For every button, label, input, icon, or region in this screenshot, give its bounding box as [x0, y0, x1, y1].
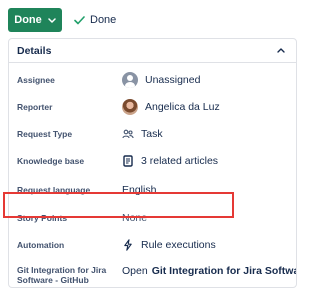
field-request-language: Request language English	[9, 182, 296, 198]
checkmark-icon	[74, 15, 85, 24]
field-story-points: Story Points None	[9, 210, 296, 226]
git-label-line1: Git Integration for Jira	[17, 265, 107, 275]
field-automation: Automation Rule executions	[9, 237, 296, 253]
request-type-value[interactable]: Task	[122, 128, 163, 140]
field-label-request-language: Request language	[17, 185, 91, 195]
automation-text: Rule executions	[141, 239, 216, 251]
field-reporter: Reporter Angelica da Luz	[9, 99, 296, 115]
field-git-integration: Git Integration for Jira Software - GitH…	[9, 265, 296, 287]
lightning-bolt-icon	[124, 239, 132, 251]
people-icon	[122, 129, 134, 139]
reporter-text: Angelica da Luz	[145, 101, 220, 113]
details-title: Details	[17, 44, 52, 57]
story-points-text: None	[122, 212, 148, 224]
git-integration-value[interactable]: Open Git Integration for Jira Software..…	[122, 265, 296, 277]
reporter-avatar	[122, 99, 138, 115]
git-integration-link[interactable]: Git Integration for Jira Software...	[152, 265, 296, 277]
field-knowledge-base: Knowledge base 3 related articles	[9, 153, 296, 169]
default-avatar-icon	[122, 72, 138, 88]
field-label-request-type: Request Type	[17, 129, 73, 139]
request-language-value[interactable]: English	[122, 184, 156, 196]
resolution-status: Done	[74, 14, 116, 26]
story-points-value[interactable]: None	[122, 212, 147, 224]
done-transition-button[interactable]: Done	[8, 8, 62, 32]
assignee-text: Unassigned	[145, 74, 201, 86]
top-actions: Done Done	[8, 8, 116, 32]
git-label-line2: Software - GitHub	[17, 275, 89, 285]
field-label-knowledge-base: Knowledge base	[17, 156, 85, 166]
field-assignee: Assignee Unassigned	[9, 72, 296, 88]
git-open-text: Open	[122, 265, 148, 277]
chevron-up-icon	[277, 48, 285, 53]
collapse-button[interactable]	[276, 46, 286, 56]
automation-value[interactable]: Rule executions	[122, 239, 216, 251]
field-request-type: Request Type Task	[9, 126, 296, 142]
reporter-value[interactable]: Angelica da Luz	[122, 99, 220, 115]
knowledge-base-text: 3 related articles	[141, 155, 219, 167]
field-label-reporter: Reporter	[17, 102, 53, 112]
document-icon	[123, 155, 133, 167]
field-label-automation: Automation	[17, 240, 65, 250]
knowledge-base-value[interactable]: 3 related articles	[122, 155, 218, 167]
field-label-story-points: Story Points	[17, 213, 68, 223]
field-label-git-integration: Git Integration for Jira Software - GitH…	[17, 265, 106, 285]
done-button-label: Done	[14, 14, 42, 26]
chevron-down-icon	[48, 17, 56, 23]
field-label-assignee: Assignee	[17, 75, 55, 85]
assignee-value[interactable]: Unassigned	[122, 72, 200, 88]
details-panel: Details Assignee Unassigned Reporter Ang…	[8, 38, 297, 288]
status-label: Done	[90, 14, 117, 26]
details-header[interactable]: Details	[9, 39, 296, 63]
request-language-text: English	[122, 184, 157, 196]
request-type-text: Task	[141, 128, 163, 140]
